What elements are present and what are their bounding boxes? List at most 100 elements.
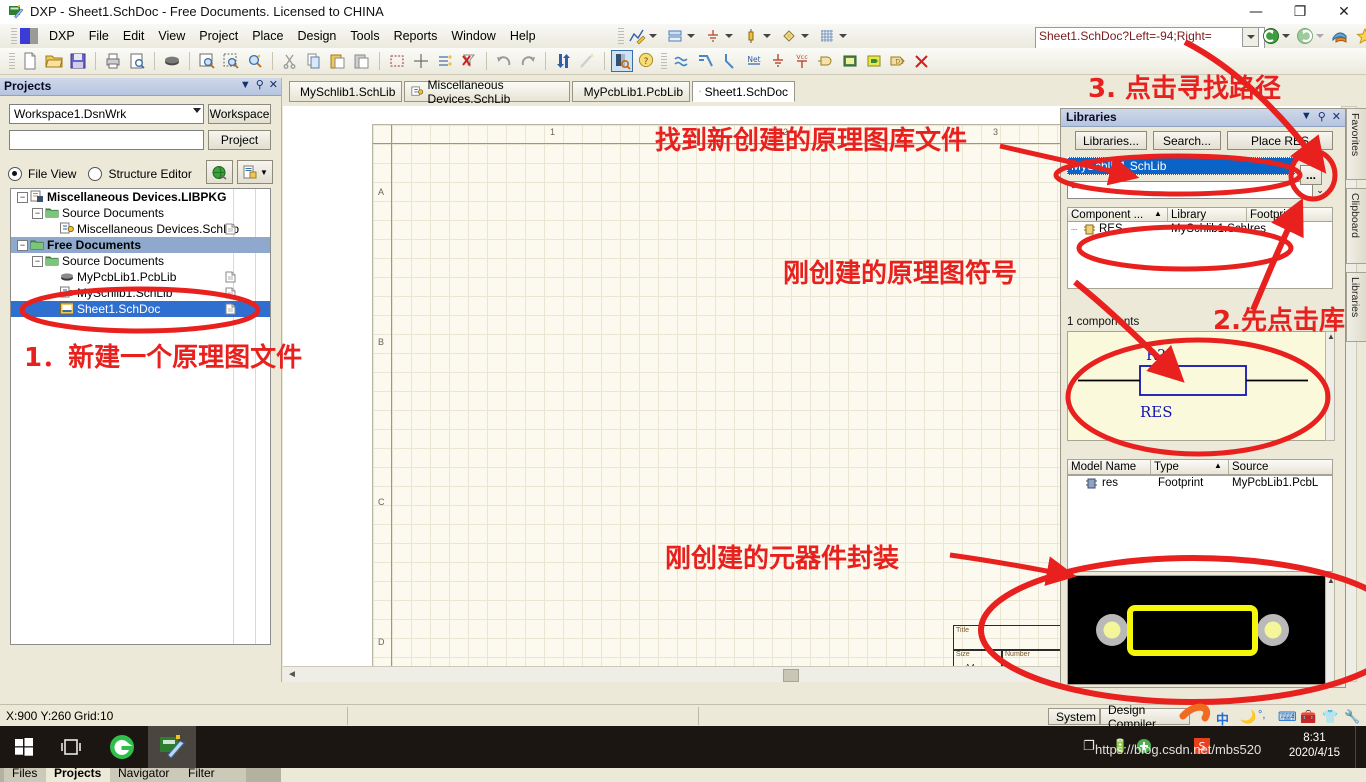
pin-icon[interactable]: ⚲ xyxy=(256,78,264,91)
favorites-icon[interactable] xyxy=(1355,27,1366,45)
undo-icon[interactable] xyxy=(494,51,514,71)
utility-ground[interactable] xyxy=(703,27,739,45)
sheet-symbol-icon[interactable] xyxy=(840,51,860,71)
sheet-entry-icon[interactable] xyxy=(864,51,884,71)
tree-toggle[interactable]: − xyxy=(17,192,28,203)
component-row[interactable]: ┈ RES MySchlib1.SchL res xyxy=(1068,222,1332,237)
utility-grip[interactable] xyxy=(618,28,624,44)
ime-toolbox-icon[interactable]: 🧰 xyxy=(1300,709,1316,725)
part-icon[interactable] xyxy=(816,51,836,71)
search-button[interactable]: Search... xyxy=(1153,131,1221,150)
print-icon[interactable] xyxy=(103,51,123,71)
url-dropdown-button[interactable] xyxy=(1242,27,1259,47)
zoom-selected-icon[interactable] xyxy=(245,51,265,71)
utility-via[interactable] xyxy=(779,27,815,45)
menu-tools[interactable]: Tools xyxy=(343,26,386,46)
ime-punct-icon[interactable]: °, xyxy=(1258,709,1265,721)
back-icon[interactable] xyxy=(1262,27,1280,45)
tree-row[interactable]: Miscellaneous Devices.SchLib xyxy=(11,221,270,237)
new-document-icon[interactable] xyxy=(20,51,40,71)
chevron-down-icon[interactable] xyxy=(687,34,695,38)
tree-row[interactable]: Sheet1.SchDoc xyxy=(11,301,270,317)
chevron-down-icon[interactable] xyxy=(839,34,847,38)
footprint-scrollbar[interactable]: ▲ xyxy=(1325,575,1335,685)
show-desktop-button[interactable] xyxy=(1355,726,1362,768)
copy-tray-icon[interactable]: ❐ xyxy=(1083,738,1095,754)
toolbar-grip[interactable] xyxy=(9,53,15,69)
workspace-combo[interactable]: Workspace1.DsnWrk xyxy=(9,104,204,124)
pin-icon[interactable]: ⚲ xyxy=(1318,110,1326,123)
menu-grip[interactable] xyxy=(11,28,17,44)
ime-shirt-icon[interactable]: 👕 xyxy=(1322,709,1338,725)
chevron-down-icon[interactable]: ▼ xyxy=(260,168,268,177)
tree-row[interactable]: −Free Documents xyxy=(11,237,270,253)
chevron-down-icon[interactable] xyxy=(725,34,733,38)
ime-keyboard-icon[interactable]: ⌨ xyxy=(1278,709,1297,725)
project-tree[interactable]: −Miscellaneous Devices.LIBPKG −Source Doc… xyxy=(10,188,271,645)
minimize-button[interactable]: — xyxy=(1234,0,1278,24)
browse-library-path-button[interactable]: ... xyxy=(1300,165,1322,185)
menu-edit[interactable]: Edit xyxy=(116,26,152,46)
chevron-down-icon[interactable] xyxy=(801,34,809,38)
tree-row[interactable]: MySchlib1.SchLib xyxy=(11,285,270,301)
vtab-favorites[interactable]: Favorites xyxy=(1346,108,1366,180)
bus-icon[interactable] xyxy=(696,51,716,71)
system-button[interactable]: System xyxy=(1048,708,1100,725)
doc-tab-sheet1[interactable]: Sheet1.SchDoc xyxy=(692,81,795,102)
chevron-down-icon[interactable] xyxy=(763,34,771,38)
tree-toggle[interactable]: − xyxy=(32,208,43,219)
tree-row[interactable]: −Miscellaneous Devices.LIBPKG xyxy=(11,189,270,205)
menu-reports[interactable]: Reports xyxy=(387,26,445,46)
design-compiler-button[interactable]: Design Compiler xyxy=(1100,708,1190,725)
start-icon[interactable] xyxy=(0,726,48,768)
project-field[interactable] xyxy=(9,130,204,150)
close-icon[interactable]: ✕ xyxy=(269,78,278,91)
scroll-left-arrow[interactable]: ◄ xyxy=(287,669,297,680)
structure-editor-radio[interactable] xyxy=(88,167,102,181)
tree-row[interactable]: −Source Documents xyxy=(11,253,270,269)
taskbar-clock[interactable]: 8:31 2020/4/15 xyxy=(1289,731,1340,761)
altium-taskbar-icon[interactable] xyxy=(148,726,196,768)
forward-icon[interactable] xyxy=(1296,27,1314,45)
cut-icon[interactable] xyxy=(280,51,300,71)
vcc-power-icon[interactable]: Vcc xyxy=(792,51,812,71)
net-label-icon[interactable]: Net xyxy=(744,51,764,71)
menu-file[interactable]: File xyxy=(82,26,116,46)
schematic-sheet[interactable]: 1 2 3 A B C D Title Size A4 Number xyxy=(372,124,1064,681)
file-view-radio[interactable] xyxy=(8,167,22,181)
wand-icon[interactable] xyxy=(577,51,597,71)
workspace-button[interactable]: Workspace xyxy=(208,104,271,124)
scroll-thumb[interactable] xyxy=(783,669,799,682)
paste-icon[interactable] xyxy=(328,51,348,71)
print-preview-icon[interactable] xyxy=(127,51,147,71)
project-button[interactable]: Project xyxy=(208,130,271,150)
bus-entry-icon[interactable] xyxy=(720,51,740,71)
menu-view[interactable]: View xyxy=(151,26,192,46)
utility-board[interactable] xyxy=(665,27,701,45)
chevron-down-icon[interactable] xyxy=(1282,34,1290,38)
menu-design[interactable]: Design xyxy=(290,26,343,46)
vtab-clipboard[interactable]: Clipboard xyxy=(1346,188,1366,264)
ime-moon-icon[interactable]: 🌙 xyxy=(1240,709,1256,725)
chevron-down-icon[interactable]: ▼ xyxy=(240,79,251,91)
model-row[interactable]: res Footprint MyPcbLib1.PcbL xyxy=(1068,476,1332,491)
chevron-down-icon[interactable] xyxy=(649,34,657,38)
globe-button[interactable] xyxy=(206,160,233,184)
ime-wrench-icon[interactable]: 🔧 xyxy=(1344,709,1360,725)
wiring-grip[interactable] xyxy=(661,53,667,69)
menu-place[interactable]: Place xyxy=(245,26,290,46)
selected-library-field[interactable]: MySchlib1.SchLib xyxy=(1067,157,1295,175)
tree-row[interactable]: MyPcbLib1.PcbLib xyxy=(11,269,270,285)
zoom-area-icon[interactable] xyxy=(221,51,241,71)
doc-tab-mypcblib1[interactable]: MyPcbLib1.PcbLib xyxy=(572,81,690,102)
browse-library-icon[interactable] xyxy=(612,51,632,71)
menu-dxp[interactable]: DXP xyxy=(42,26,82,46)
scroll-up-arrow[interactable]: ▲ xyxy=(1327,576,1335,585)
home-icon[interactable] xyxy=(1330,27,1349,45)
align-icon[interactable] xyxy=(435,51,455,71)
up-down-icon[interactable] xyxy=(553,51,573,71)
clear-filter-icon[interactable] xyxy=(459,51,479,71)
redo-icon[interactable] xyxy=(518,51,538,71)
chevron-down-icon[interactable] xyxy=(1316,34,1324,38)
wire-icon[interactable] xyxy=(672,51,692,71)
